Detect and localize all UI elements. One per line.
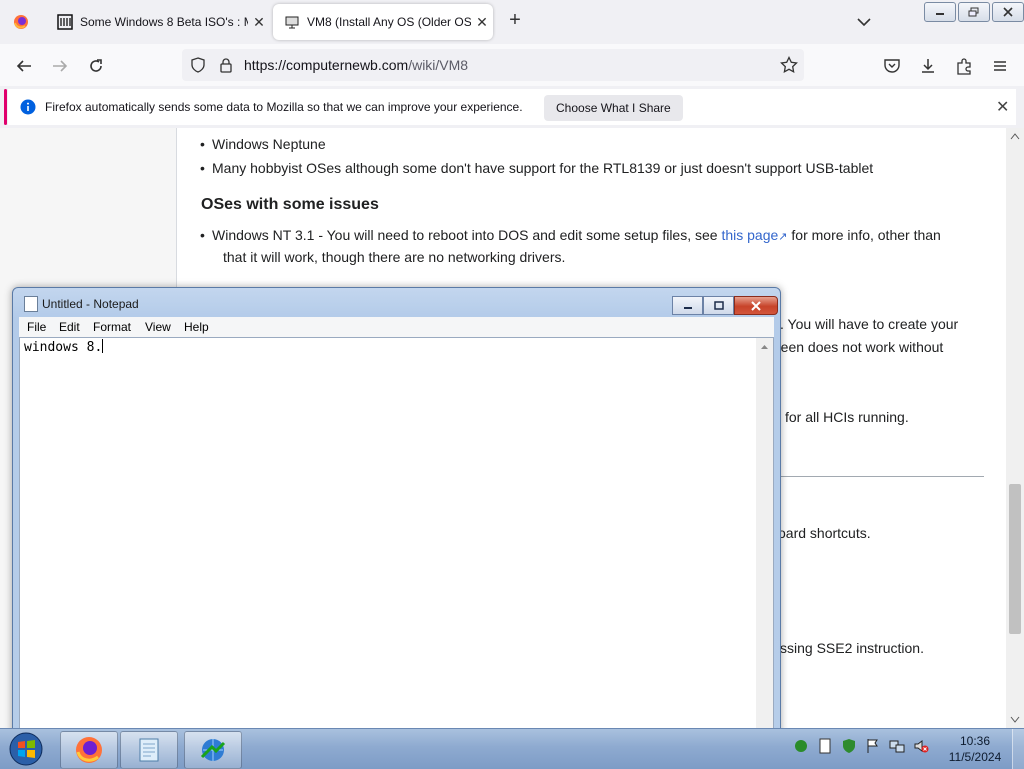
scroll-up-icon — [1010, 133, 1020, 140]
notepad-window[interactable]: Untitled - Notepad File Edit Format View… — [12, 287, 781, 735]
text-fragment: . You will have to create your — [780, 316, 959, 332]
shield-check-tray-icon[interactable] — [840, 737, 858, 755]
external-link-icon: ↗ — [778, 231, 788, 243]
back-arrow-icon[interactable] — [12, 54, 36, 78]
notepad-title: Untitled - Notepad — [42, 297, 139, 311]
list-item-text: for more info, other than — [787, 227, 941, 243]
section-divider — [776, 476, 984, 477]
system-tray — [792, 737, 930, 755]
document-tray-icon[interactable] — [816, 737, 834, 755]
info-icon — [20, 99, 36, 120]
url-path: /wiki/VM8 — [408, 57, 469, 73]
reload-icon[interactable] — [84, 54, 108, 78]
text-fragment: reen does not work without — [776, 339, 944, 355]
firefox-view-button[interactable] — [0, 4, 42, 40]
notification-panel: Firefox automatically sends some data to… — [8, 89, 1016, 125]
menu-edit[interactable]: Edit — [59, 320, 80, 334]
url-host: https://computernewb.com — [244, 57, 409, 73]
volume-muted-icon[interactable] — [912, 737, 930, 755]
choose-what-i-share-button[interactable]: Choose What I Share — [544, 95, 683, 121]
scroll-up-icon — [761, 345, 768, 349]
clock-time: 10:36 — [959, 734, 991, 748]
tab-close-icon[interactable]: ✕ — [248, 14, 270, 31]
text-caret — [102, 339, 104, 353]
text-fragment: oard shortcuts. — [778, 525, 871, 541]
firefox-icon — [76, 737, 102, 763]
downloads-icon[interactable] — [916, 54, 940, 78]
lock-icon[interactable] — [218, 57, 234, 78]
new-tab-button[interactable]: + — [504, 10, 526, 32]
forward-arrow-icon[interactable] — [48, 54, 72, 78]
start-button[interactable] — [4, 730, 48, 768]
list-item: Windows NT 3.1 - You will need to reboot… — [200, 224, 972, 248]
globe-arrow-icon — [200, 739, 226, 761]
tab-windows8-beta-isos[interactable]: Some Windows 8 Beta ISO's : M ✕ — [46, 4, 270, 40]
archive-icon — [54, 14, 76, 30]
notepad-icon — [24, 296, 38, 312]
list-item: Many hobbyist OSes although some don't h… — [200, 157, 972, 179]
notepad-window-controls — [672, 296, 778, 315]
scroll-down-icon — [1010, 716, 1020, 723]
minimize-button[interactable] — [924, 2, 956, 22]
notepad-icon — [139, 738, 159, 762]
list-item: Windows Neptune — [200, 133, 972, 155]
network-app-tray-icon[interactable] — [792, 737, 810, 755]
url-text: https://computernewb.com/wiki/VM8 — [244, 57, 468, 73]
taskbar-network-app[interactable] — [184, 731, 242, 769]
menu-file[interactable]: File — [27, 320, 46, 334]
tab-strip: Some Windows 8 Beta ISO's : M ✕ VM8 (Ins… — [0, 0, 1024, 44]
text-fragment: for all HCIs running. — [785, 409, 909, 425]
tab-title: VM8 (Install Any OS (Older OSe — [307, 15, 471, 29]
taskbar-firefox[interactable] — [60, 731, 118, 769]
section-heading: OSes with some issues — [201, 196, 379, 213]
notepad-text-area[interactable]: windows 8. — [19, 337, 774, 734]
navigation-toolbar: https://computernewb.com/wiki/VM8 — [0, 44, 1024, 86]
action-center-flag-icon[interactable] — [864, 737, 882, 755]
text-fragment: ssing SSE2 instruction. — [780, 640, 924, 656]
page-scrollbar[interactable] — [1006, 128, 1024, 728]
show-desktop-button[interactable] — [1012, 729, 1024, 769]
extensions-puzzle-icon[interactable] — [952, 54, 976, 78]
taskbar: 10:36 11/5/2024 — [0, 728, 1024, 769]
notepad-minimize-button[interactable] — [672, 296, 703, 315]
notification-bar: Firefox automatically sends some data to… — [0, 86, 1024, 128]
taskbar-clock[interactable]: 10:36 11/5/2024 — [944, 733, 1006, 765]
notification-accent — [4, 89, 7, 125]
list-item-text: that it will work, though there are no n… — [223, 249, 566, 265]
taskbar-notepad[interactable] — [120, 731, 178, 769]
windows-orb-icon — [9, 732, 43, 766]
tab-title: Some Windows 8 Beta ISO's : M — [80, 15, 248, 29]
notification-text: Firefox automatically sends some data to… — [45, 100, 523, 114]
window-controls — [924, 2, 1024, 22]
notepad-menubar: File Edit Format View Help — [19, 317, 774, 337]
pocket-icon[interactable] — [880, 54, 904, 78]
firefox-icon — [14, 15, 28, 29]
notepad-maximize-button[interactable] — [703, 296, 734, 315]
address-bar[interactable]: https://computernewb.com/wiki/VM8 — [182, 49, 804, 81]
tracking-protection-shield-icon[interactable] — [190, 57, 206, 78]
scrollbar-thumb[interactable] — [1009, 484, 1021, 634]
notepad-close-button[interactable] — [734, 296, 778, 315]
tab-close-icon[interactable]: ✕ — [471, 14, 493, 31]
this-page-link[interactable]: this page — [721, 227, 778, 243]
clock-date: 11/5/2024 — [948, 750, 1002, 764]
notification-close-icon[interactable]: ✕ — [996, 97, 1009, 117]
notepad-content: windows 8. — [24, 340, 103, 355]
notepad-scrollbar[interactable] — [756, 338, 773, 733]
restore-button[interactable] — [958, 2, 990, 22]
menu-help[interactable]: Help — [184, 320, 209, 334]
bookmark-star-icon[interactable] — [780, 55, 798, 79]
list-all-tabs-chevron-down-icon[interactable] — [854, 12, 874, 32]
tab-vm8[interactable]: VM8 (Install Any OS (Older OSe ✕ — [273, 4, 493, 40]
network-tray-icon[interactable] — [888, 737, 906, 755]
menu-format[interactable]: Format — [93, 320, 131, 334]
computer-icon — [281, 14, 303, 30]
menu-view[interactable]: View — [145, 320, 171, 334]
close-button[interactable] — [992, 2, 1024, 22]
list-item-text: Windows NT 3.1 - You will need to reboot… — [212, 227, 722, 243]
menu-hamburger-icon[interactable] — [988, 54, 1012, 78]
